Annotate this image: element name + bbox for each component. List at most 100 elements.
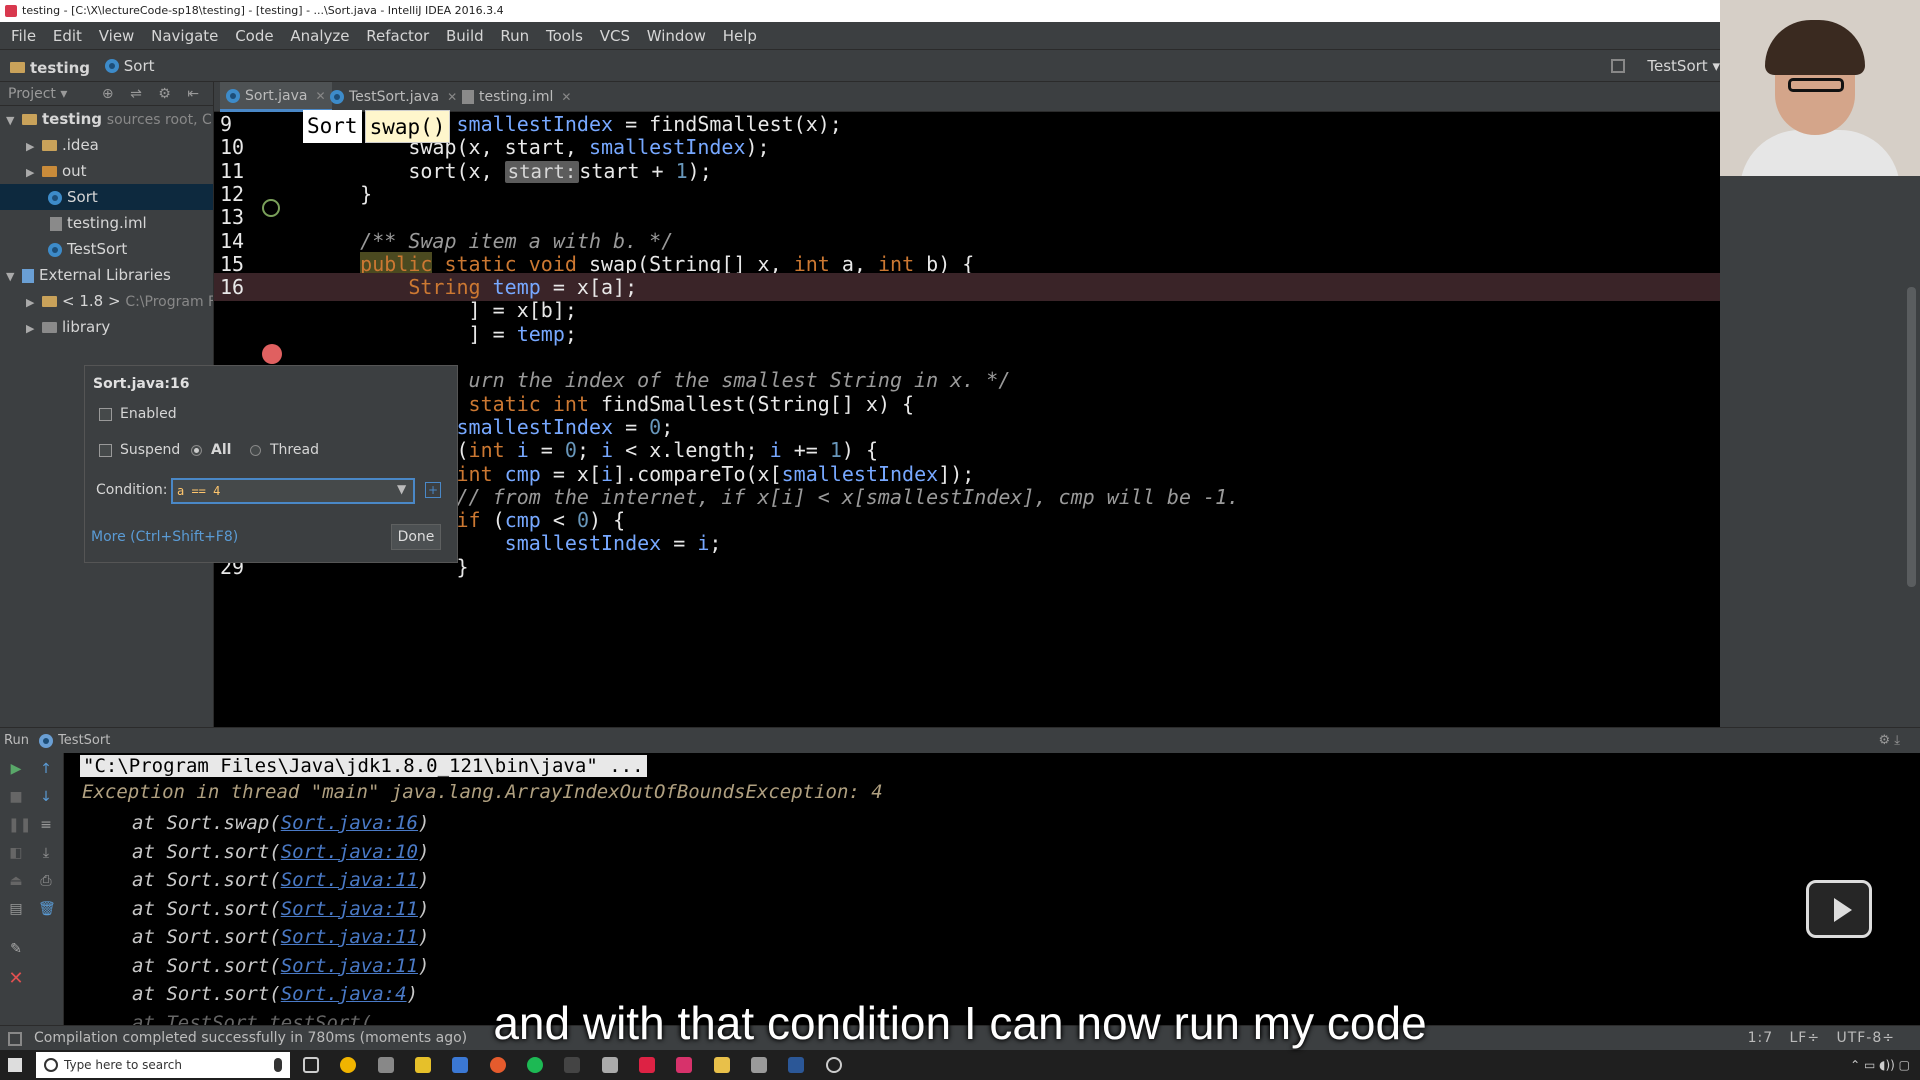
collapse-arrow-icon[interactable]: ▶: [26, 134, 42, 158]
condition-input[interactable]: a == 4: [171, 478, 415, 504]
tree-item-testing-iml[interactable]: testing.iml: [0, 210, 213, 236]
menu-view[interactable]: View: [99, 27, 135, 45]
up-arrow-icon[interactable]: ↑: [38, 761, 54, 777]
editor-scrollbar[interactable]: [1903, 112, 1920, 727]
nav-project[interactable]: testing: [10, 52, 90, 84]
build-icon[interactable]: [1611, 59, 1625, 73]
project-panel-tools[interactable]: ⊕ ⇌ ⚙ ⇤: [102, 82, 205, 106]
terminal-icon[interactable]: [564, 1057, 580, 1073]
layout-icon[interactable]: ▤: [8, 901, 24, 917]
stop-icon[interactable]: ■: [8, 789, 24, 805]
tree-item-out[interactable]: ▶ out: [0, 158, 213, 184]
down-arrow-icon[interactable]: ↓: [38, 789, 54, 805]
menu-window[interactable]: Window: [647, 27, 706, 45]
expand-arrow-icon[interactable]: ▼: [6, 108, 22, 132]
tree-item-sort[interactable]: Sort: [0, 184, 213, 210]
menu-vcs[interactable]: VCS: [600, 27, 630, 45]
chrome-icon[interactable]: [340, 1057, 356, 1073]
nav-file[interactable]: Sort: [104, 50, 155, 82]
menu-code[interactable]: Code: [235, 27, 273, 45]
spotify-icon[interactable]: [527, 1057, 543, 1073]
stack-frame-link[interactable]: Sort.java:11: [281, 869, 418, 891]
tree-item-external-libraries[interactable]: ▼ External Libraries: [0, 262, 213, 288]
windows-start-icon[interactable]: [8, 1058, 22, 1072]
task-view-icon[interactable]: [303, 1057, 319, 1073]
tree-item-library[interactable]: ▶ library: [0, 314, 213, 340]
suspend-label: Suspend: [120, 442, 181, 458]
menu-tools[interactable]: Tools: [546, 27, 583, 45]
word-icon[interactable]: [788, 1057, 804, 1073]
tree-item-root[interactable]: ▼ testing sources root, C:\: [0, 106, 213, 132]
stack-frame-link[interactable]: Sort.java:10: [281, 841, 418, 863]
tree-item-idea[interactable]: ▶ .idea: [0, 132, 213, 158]
enabled-checkbox[interactable]: [99, 408, 112, 421]
app-icon[interactable]: [452, 1057, 468, 1073]
tab-testing-iml[interactable]: testing.iml ✕: [456, 82, 577, 112]
collapse-arrow-icon[interactable]: ▶: [26, 316, 42, 340]
collapse-arrow-icon[interactable]: ▶: [26, 160, 42, 184]
tab-testsort-java[interactable]: TestSort.java ✕: [324, 82, 463, 112]
scrollbar-thumb[interactable]: [1907, 287, 1916, 587]
done-button[interactable]: Done: [391, 524, 441, 550]
microphone-icon[interactable]: [274, 1058, 282, 1072]
app-icon[interactable]: [415, 1057, 431, 1073]
menu-navigate[interactable]: Navigate: [151, 27, 218, 45]
run-panel-title[interactable]: Run: [4, 733, 29, 748]
menu-edit[interactable]: Edit: [53, 27, 82, 45]
app-icon[interactable]: [378, 1057, 394, 1073]
expand-editor-icon[interactable]: +: [425, 482, 441, 498]
stack-frame-link[interactable]: Sort.java:11: [281, 955, 418, 977]
all-radio[interactable]: [191, 445, 202, 456]
app-icon[interactable]: [751, 1057, 767, 1073]
print-icon[interactable]: ⎙: [38, 873, 54, 889]
menu-analyze[interactable]: Analyze: [290, 27, 349, 45]
app-icon[interactable]: [639, 1057, 655, 1073]
play-button-icon[interactable]: [1806, 880, 1872, 938]
menu-help[interactable]: Help: [723, 27, 757, 45]
tab-sort-java[interactable]: Sort.java ✕: [220, 82, 332, 112]
menu-refactor[interactable]: Refactor: [366, 27, 429, 45]
close-icon[interactable]: ✕: [8, 970, 24, 988]
suspend-checkbox[interactable]: [99, 444, 112, 457]
run-config-select[interactable]: TestSort ▾: [1647, 50, 1720, 82]
stack-frame-link[interactable]: Sort.java:11: [281, 898, 418, 920]
app-icon[interactable]: [602, 1057, 618, 1073]
folder-icon: [10, 62, 25, 73]
breadcrumb-class[interactable]: Sort: [303, 110, 362, 143]
app-icon[interactable]: [826, 1057, 842, 1073]
stack-frame-link[interactable]: Sort.java:11: [281, 926, 418, 948]
gear-icon[interactable]: ⚙ ⤓: [1878, 728, 1900, 754]
dump-icon[interactable]: ◧: [8, 845, 24, 861]
tree-item-testsort[interactable]: TestSort: [0, 236, 213, 262]
breadcrumb-method[interactable]: swap(): [364, 110, 451, 143]
system-tray[interactable]: ⌃ ▭ ◖)) ▢: [1850, 1050, 1910, 1080]
app-icon[interactable]: [490, 1057, 506, 1073]
stack-frame-end: ): [418, 869, 430, 891]
wrap-icon[interactable]: ≡: [38, 817, 54, 833]
trash-icon[interactable]: 🗑: [38, 901, 56, 917]
pause-icon[interactable]: ❚❚: [8, 817, 31, 833]
file-explorer-icon[interactable]: [714, 1057, 730, 1073]
collapse-arrow-icon[interactable]: ▶: [26, 290, 42, 314]
run-panel-config[interactable]: TestSort: [58, 733, 110, 748]
scroll-end-icon[interactable]: ⤓: [38, 845, 54, 861]
exit-icon[interactable]: ⏏: [8, 873, 24, 889]
breakpoint-icon[interactable]: [262, 344, 282, 364]
taskbar-search[interactable]: Type here to search: [36, 1052, 290, 1078]
more-link[interactable]: More (Ctrl+Shift+F8): [91, 529, 238, 545]
expand-arrow-icon[interactable]: ▼: [6, 264, 22, 288]
chevron-down-icon[interactable]: ▼: [397, 482, 406, 496]
menu-run[interactable]: Run: [500, 27, 529, 45]
pin-icon[interactable]: ✎: [8, 941, 24, 957]
project-panel-title[interactable]: Project: [8, 86, 56, 102]
tree-item-jdk[interactable]: ▶ < 1.8 > C:\Program F: [0, 288, 213, 314]
menu-build[interactable]: Build: [446, 27, 484, 45]
menu-file[interactable]: File: [11, 27, 36, 45]
intellij-icon[interactable]: [676, 1057, 692, 1073]
console-output[interactable]: "C:\Program Files\Java\jdk1.8.0_121\bin\…: [64, 753, 1920, 1025]
close-icon[interactable]: ✕: [561, 82, 571, 112]
thread-radio[interactable]: [250, 445, 261, 456]
rerun-icon[interactable]: ▶: [8, 761, 24, 777]
stack-frame-link[interactable]: Sort.java:16: [281, 812, 418, 834]
folder-icon: [42, 166, 57, 177]
